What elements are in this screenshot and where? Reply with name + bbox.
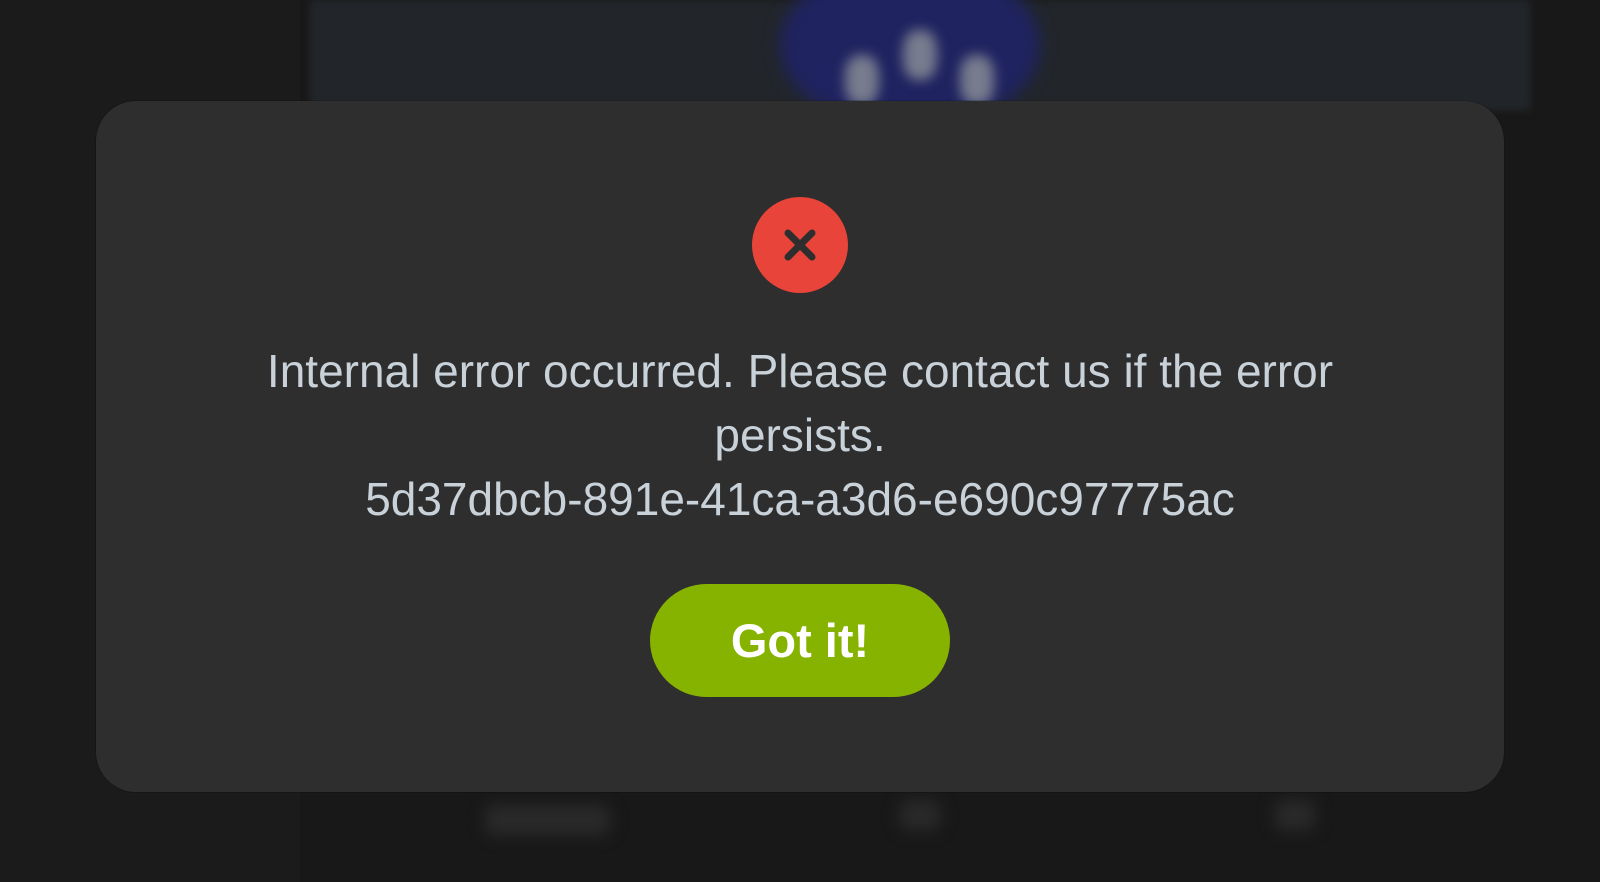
background-avatar-shape bbox=[960, 55, 994, 105]
background-bottom-item bbox=[900, 800, 940, 830]
background-avatar-shape bbox=[903, 30, 937, 80]
close-icon-glyph bbox=[784, 229, 816, 261]
close-icon bbox=[752, 197, 848, 293]
got-it-button[interactable]: Got it! bbox=[650, 584, 950, 697]
background-bottom-item bbox=[485, 805, 610, 835]
error-message-line-2: persists. bbox=[714, 409, 886, 461]
error-message-line-1: Internal error occurred. Please contact … bbox=[266, 345, 1334, 397]
background-bottom-item bbox=[1275, 800, 1315, 830]
error-id: 5d37dbcb-891e-41ca-a3d6-e690c97775ac bbox=[365, 473, 1235, 525]
background-avatar-shape bbox=[845, 55, 879, 105]
error-message: Internal error occurred. Please contact … bbox=[180, 339, 1420, 531]
